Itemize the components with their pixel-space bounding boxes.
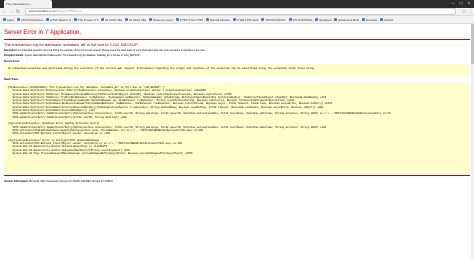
bookmark-favicon-icon	[125, 18, 129, 21]
stack-trace-label: Stack Trace:	[4, 78, 19, 81]
bookmark-item[interactable]: Hemiola	[361, 17, 377, 22]
forward-icon[interactable]: →	[8, 9, 14, 15]
divider	[4, 39, 470, 40]
url-input[interactable]: www.sotadata.co.uk/Plugins/TTB/Dispor	[25, 8, 456, 15]
bookmark-favicon-icon	[149, 18, 153, 21]
bookmark-item[interactable]: Standout	[315, 18, 331, 22]
reload-icon[interactable]: ↻	[15, 9, 21, 15]
bookmark-favicon-icon	[315, 18, 319, 21]
bookmark-favicon-icon	[46, 18, 50, 21]
back-icon[interactable]: ←	[1, 9, 7, 15]
bookmark-item[interactable]: SOTA Ref/Action	[16, 17, 44, 22]
bookmark-label: TWO/STAFF/C	[265, 17, 286, 22]
bookmark-favicon-icon	[175, 18, 179, 21]
version-label: Version Information:	[4, 180, 29, 183]
bookmark-favicon-icon	[288, 18, 292, 21]
bookmark-favicon-icon	[361, 18, 365, 21]
bookmark-item[interactable]: The Power of 5	[74, 18, 98, 22]
minimize-icon[interactable]: –	[450, 1, 456, 7]
bookmark-item[interactable]: TWO/STAFF/C	[261, 17, 286, 22]
bookmark-label: SOTA Ref/Action	[20, 17, 44, 22]
bookmark-item[interactable]: Mental Models	[206, 18, 230, 22]
bookmark-label: Mental Models	[210, 17, 230, 22]
bookmark-label: Hemiola	[365, 17, 377, 22]
tab-title: The transaction lo...	[6, 2, 33, 6]
bookmark-item[interactable]: IE AJAX 452	[125, 18, 146, 22]
bookmark-favicon-icon	[101, 18, 105, 21]
bookmark-label: GAN/A	[383, 17, 394, 22]
exception-text: System.Data.SqlClient.SqlException: The …	[24, 55, 141, 57]
bookmark-item[interactable]: TW-STATMNG	[288, 17, 313, 22]
error-page: Server Error in '/' Application. The tra…	[0, 24, 474, 186]
description-text: An unhandled exception occurred during t…	[17, 50, 206, 52]
version-info: Version Information: Microsoft .NET Fram…	[4, 180, 470, 183]
bookmark-label: FTB FT-Lite FTDi	[179, 17, 204, 22]
bookmark-item[interactable]: IT EB FTB Cash	[232, 17, 259, 22]
bookmark-favicon-icon	[3, 18, 6, 21]
source-error-label: Source Error:	[4, 60, 21, 63]
source-error-box: An unhandled exception was generated dur…	[4, 64, 470, 76]
bookmark-label: IT EB FTB Cash	[236, 17, 259, 22]
error-subtitle: The transaction log for database 'sotada…	[4, 42, 140, 47]
bookmark-favicon-icon	[206, 18, 210, 21]
page-title: Server Error in '/' Application.	[4, 30, 81, 36]
bookmark-label: IE AJAX 452	[129, 17, 147, 22]
bookmarks-bar: Apps SOTA Ref/Action HTML Basics C The Powe…	[0, 16, 474, 24]
description-label: Description:	[4, 50, 18, 52]
address-bar: ← → ↻ www.sotadata.co.uk/Plugins/TTB/Dis…	[0, 8, 474, 16]
bookmark-label: Standout	[319, 17, 332, 22]
bookmark-item[interactable]: Advanced Multi	[334, 18, 359, 22]
bookmark-item[interactable]: GAN/A	[379, 17, 394, 22]
version-text: Microsoft .NET Framework Version:4.0.303…	[29, 180, 113, 183]
bookmark-favicon-icon	[74, 18, 78, 21]
stack-trace-box[interactable]: [SqlException (0x80131904): The transact…	[4, 83, 470, 173]
bookmark-favicon-icon	[379, 18, 383, 21]
bookmark-label: Show as youre	[153, 17, 173, 22]
browser-titlebar: The transaction lo... – □ ×	[0, 0, 474, 8]
star-icon[interactable]: ☆	[461, 9, 467, 15]
exception-details: Exception Details: System.Data.SqlClient…	[4, 55, 470, 58]
exception-label: Exception Details:	[4, 55, 24, 57]
maximize-icon[interactable]: □	[458, 1, 464, 7]
close-icon[interactable]: ×	[466, 1, 472, 7]
bookmark-label: Advanced Multi	[338, 17, 359, 22]
bookmark-label: The Power of 5	[78, 17, 99, 22]
bookmark-favicon-icon	[334, 18, 338, 21]
bookmark-favicon-icon	[261, 18, 265, 21]
menu-icon[interactable]: ⋮	[468, 9, 474, 15]
bookmark-label: IE AJAX 451	[105, 17, 123, 22]
bookmark-favicon-icon	[16, 18, 20, 21]
bookmark-item[interactable]: Apps	[3, 18, 14, 22]
browser-tab[interactable]: The transaction lo...	[4, 0, 52, 8]
description: Description: An unhandled exception occu…	[4, 50, 470, 53]
bookmark-label: Apps	[7, 17, 14, 22]
url-path: /Plugins/TTB/Dispor	[55, 9, 83, 13]
divider	[4, 175, 470, 176]
bookmark-item[interactable]: Show as youre	[149, 18, 173, 22]
url-host: www.sotadata.co.uk	[29, 9, 56, 13]
bookmark-label: TW-STATMNG	[292, 17, 313, 22]
bookmark-item[interactable]: HTML Basics C	[46, 18, 71, 22]
bookmark-label: HTML Basics C	[50, 17, 72, 22]
bookmark-favicon-icon	[232, 18, 236, 21]
bookmark-item[interactable]: FTB FT-Lite FTDi	[175, 17, 204, 22]
bookmark-item[interactable]: IE AJAX 451	[101, 18, 122, 22]
